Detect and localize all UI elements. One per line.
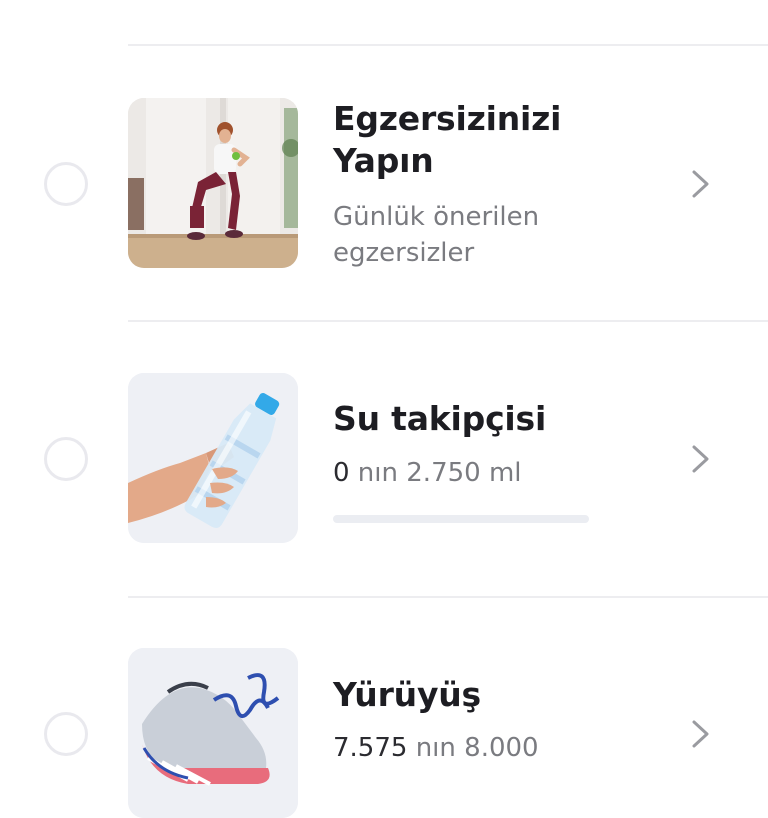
walking-current-value: 7.575 xyxy=(333,733,408,763)
water-progress-bar xyxy=(333,515,589,523)
sneaker-photo-icon xyxy=(128,648,298,818)
chevron-right-icon[interactable] xyxy=(690,169,712,199)
water-thumbnail xyxy=(128,373,298,543)
row-divider xyxy=(128,320,768,322)
walking-target-value: 8.000 xyxy=(464,733,539,763)
walking-separator: nın xyxy=(407,733,465,763)
exercise-thumbnail xyxy=(128,98,298,268)
water-amount: 0 nın 2.750 ml xyxy=(333,455,522,491)
exercise-subtitle-line2: egzersizler xyxy=(333,238,475,268)
top-divider xyxy=(128,44,768,46)
exercise-photo-icon xyxy=(128,98,298,268)
water-current-value: 0 xyxy=(333,458,350,488)
walking-thumbnail xyxy=(128,648,298,818)
row-divider xyxy=(128,596,768,598)
walking-steps: 7.575 nın 8.000 xyxy=(333,730,539,766)
completion-radio[interactable] xyxy=(44,437,88,481)
water-title: Su takipçisi xyxy=(333,399,547,438)
completion-radio[interactable] xyxy=(44,162,88,206)
exercise-title-line1: Egzersizinizi xyxy=(333,99,562,138)
water-separator: nın xyxy=(349,458,407,488)
water-bottle-photo-icon xyxy=(128,373,298,543)
exercise-title-line2: Yapın xyxy=(333,141,434,180)
completion-radio[interactable] xyxy=(44,712,88,756)
exercise-subtitle: Günlük önerilen egzersizler xyxy=(333,199,539,271)
chevron-right-icon[interactable] xyxy=(690,444,712,474)
water-target-value: 2.750 ml xyxy=(406,458,522,488)
walking-title: Yürüyüş xyxy=(333,675,482,714)
chevron-right-icon[interactable] xyxy=(690,719,712,749)
exercise-subtitle-line1: Günlük önerilen xyxy=(333,202,540,232)
exercise-title: Egzersizinizi Yapın xyxy=(333,98,561,182)
